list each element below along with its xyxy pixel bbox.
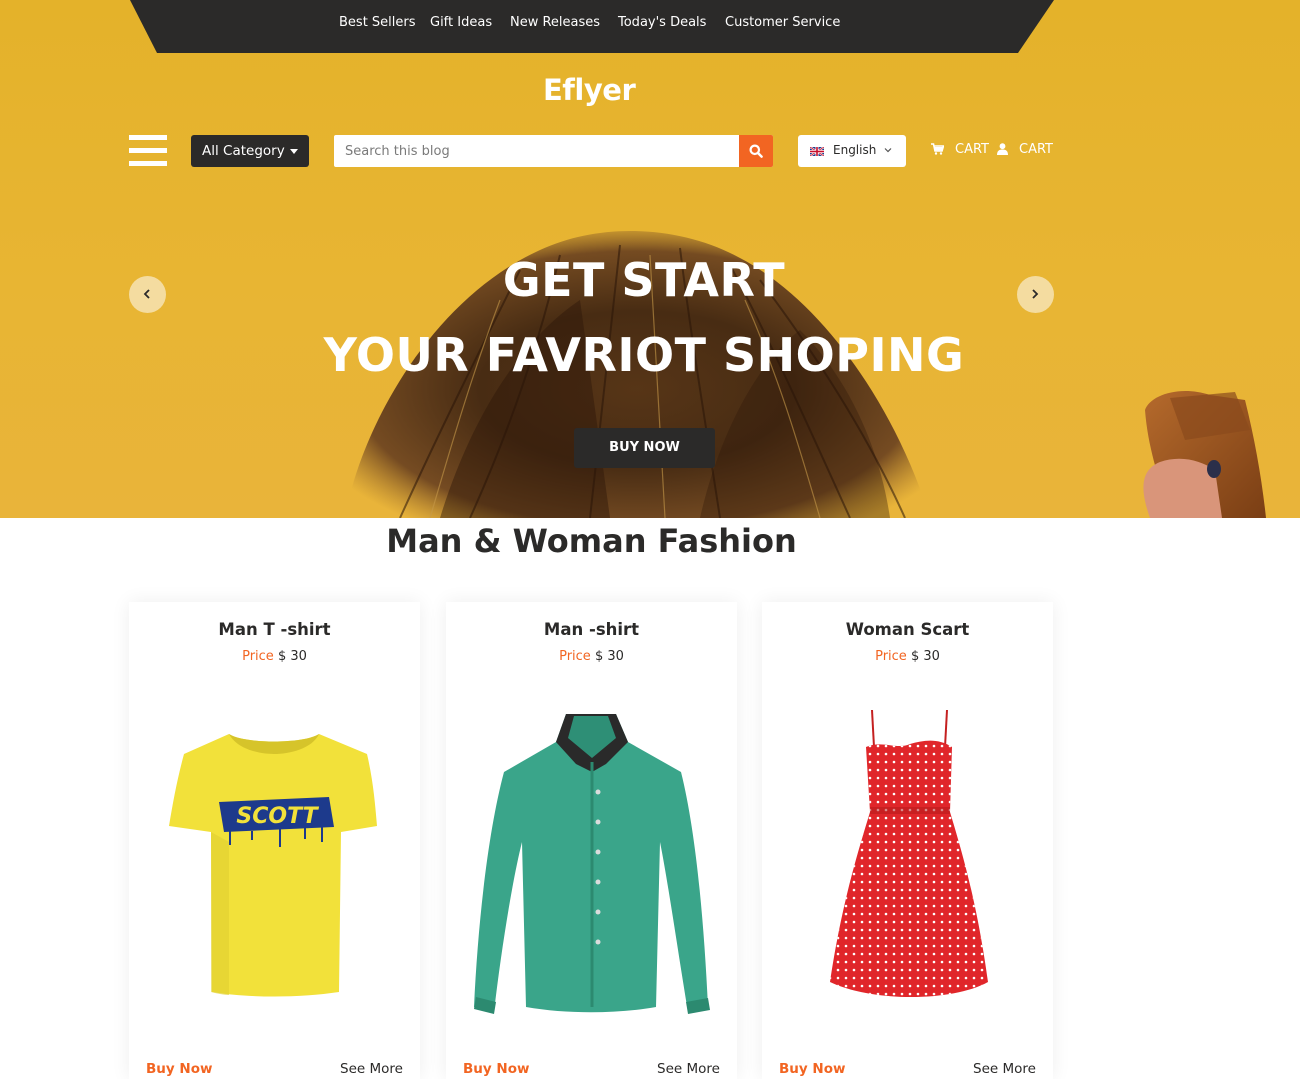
account-link[interactable]: CART bbox=[997, 142, 1057, 160]
caret-down-icon bbox=[290, 149, 298, 154]
cart-label: CART bbox=[955, 142, 989, 157]
nav-link-gift-ideas[interactable]: Gift Ideas bbox=[430, 15, 492, 30]
svg-text:SCOTT: SCOTT bbox=[236, 804, 319, 829]
yellow-tshirt-image[interactable]: SCOTT bbox=[129, 702, 420, 1022]
buy-now-link[interactable]: Buy Now bbox=[779, 1061, 845, 1077]
top-navigation: Best Sellers Gift Ideas New Releases Tod… bbox=[0, 0, 1300, 53]
nav-link-todays-deals[interactable]: Today's Deals bbox=[618, 15, 706, 30]
price-value: $ 30 bbox=[910, 649, 940, 664]
hero-banner: Best Sellers Gift Ideas New Releases Tod… bbox=[0, 0, 1300, 518]
hero-headline: GET START bbox=[502, 253, 786, 307]
cart-link[interactable]: CART bbox=[931, 142, 991, 160]
nav-link-customer-service[interactable]: Customer Service bbox=[725, 15, 840, 30]
search-input[interactable] bbox=[334, 135, 739, 167]
language-selector[interactable]: English bbox=[798, 135, 906, 167]
product-price: Price $ 30 bbox=[129, 649, 420, 664]
nav-link-new-releases[interactable]: New Releases bbox=[510, 15, 600, 30]
buy-now-link[interactable]: Buy Now bbox=[463, 1061, 529, 1077]
hero-subheadline: YOUR FAVRIOT SHOPING bbox=[323, 328, 965, 382]
category-dropdown-label: All Category bbox=[202, 143, 285, 159]
language-label: English bbox=[833, 143, 877, 157]
account-label: CART bbox=[1019, 142, 1053, 157]
price-label: Price bbox=[242, 649, 274, 664]
search-button[interactable] bbox=[739, 135, 773, 167]
price-label: Price bbox=[559, 649, 591, 664]
see-more-link[interactable]: See More bbox=[657, 1061, 720, 1077]
red-polka-dress-image[interactable] bbox=[762, 702, 1053, 1022]
product-price: Price $ 30 bbox=[446, 649, 737, 664]
see-more-link[interactable]: See More bbox=[340, 1061, 403, 1077]
shopping-cart-icon bbox=[931, 143, 944, 155]
hamburger-icon[interactable] bbox=[129, 135, 167, 166]
price-value: $ 30 bbox=[594, 649, 624, 664]
product-title: Man T -shirt bbox=[218, 620, 331, 639]
uk-flag-icon bbox=[810, 147, 824, 156]
section-title: Man & Woman Fashion bbox=[386, 522, 797, 560]
user-icon bbox=[997, 143, 1008, 155]
site-logo[interactable]: Eflyer bbox=[543, 73, 636, 107]
price-value: $ 30 bbox=[277, 649, 307, 664]
hero-buy-now-button[interactable]: BUY NOW bbox=[574, 428, 715, 468]
see-more-link[interactable]: See More bbox=[973, 1061, 1036, 1077]
green-shirt-image[interactable] bbox=[446, 702, 737, 1022]
product-price: Price $ 30 bbox=[762, 649, 1053, 664]
chevron-down-icon bbox=[884, 148, 892, 153]
product-card: Man T -shirt Price $ 30 SCOTT Buy Now Se… bbox=[129, 602, 420, 1079]
product-card: Woman Scart Price $ 30 Buy Now See More bbox=[762, 602, 1053, 1079]
product-title: Man -shirt bbox=[543, 620, 640, 639]
buy-now-link[interactable]: Buy Now bbox=[146, 1061, 212, 1077]
search-bar bbox=[334, 135, 773, 167]
nav-link-best-sellers[interactable]: Best Sellers bbox=[339, 15, 416, 30]
product-title: Woman Scart bbox=[845, 620, 970, 639]
price-label: Price bbox=[875, 649, 907, 664]
category-dropdown[interactable]: All Category bbox=[191, 135, 309, 167]
product-card: Man -shirt Price $ 30 Buy Now See More bbox=[446, 602, 737, 1079]
search-icon bbox=[749, 144, 763, 158]
